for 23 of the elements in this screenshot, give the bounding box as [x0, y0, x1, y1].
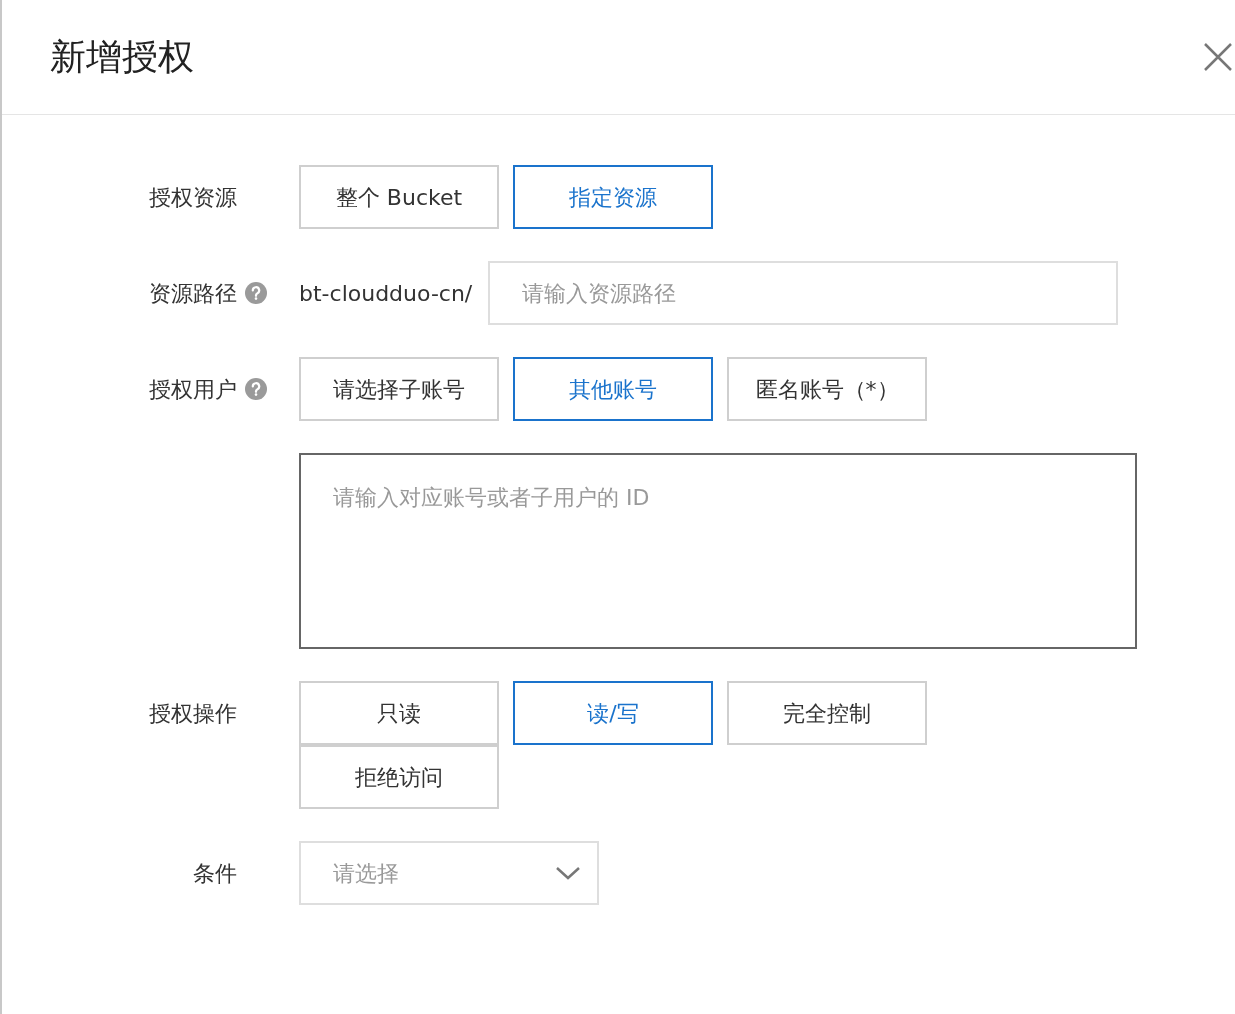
option-button[interactable]: 请选择子账号	[299, 357, 499, 421]
dialog-title: 新增授权	[50, 35, 194, 79]
option-button[interactable]: 指定资源	[513, 165, 713, 229]
option-button[interactable]: 其他账号	[513, 357, 713, 421]
field-label: 授权操作	[149, 699, 237, 728]
field-label: 授权用户	[149, 375, 237, 404]
option-button[interactable]: 拒绝访问	[299, 745, 499, 809]
id-textarea[interactable]: 请输入对应账号或者子用户的 ID	[299, 453, 1137, 649]
option-button[interactable]: 匿名账号（*）	[727, 357, 927, 421]
select-placeholder: 请选择	[333, 859, 399, 888]
help-icon	[245, 282, 267, 304]
path-input[interactable]: 请输入资源路径	[488, 261, 1119, 325]
close-icon[interactable]	[1203, 42, 1233, 72]
chevron-down-icon	[555, 865, 581, 881]
field-label: 资源路径	[149, 279, 237, 308]
option-button[interactable]: 完全控制	[727, 681, 927, 745]
option-button[interactable]: 整个 Bucket	[299, 165, 499, 229]
option-button[interactable]: 读/写	[513, 681, 713, 745]
option-button[interactable]: 只读	[299, 681, 499, 745]
path-prefix: bt-cloudduo-cn/	[299, 279, 473, 308]
help-icon	[245, 378, 267, 400]
field-label: 授权资源	[149, 183, 237, 212]
field-label: 条件	[193, 859, 237, 888]
